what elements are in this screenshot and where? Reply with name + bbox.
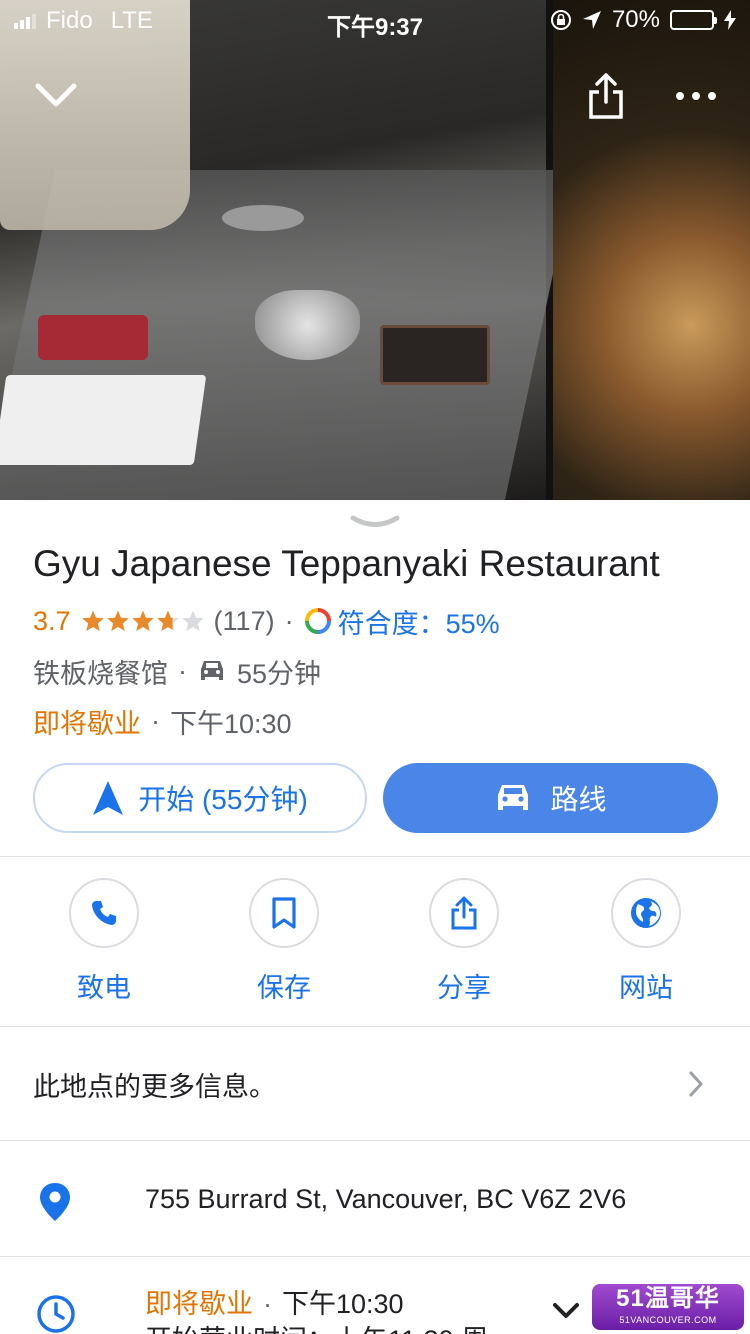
- save-button[interactable]: [249, 878, 319, 948]
- photo-gallery[interactable]: [0, 0, 750, 500]
- start-button-label: 开始 (55分钟): [138, 784, 308, 815]
- separator-dot: ·: [178, 655, 187, 686]
- photo-detail: [380, 325, 490, 385]
- review-count: (117): [213, 605, 275, 636]
- clock-icon: [37, 1295, 75, 1333]
- website-label: 网站: [619, 973, 673, 1003]
- google-match-icon: [304, 608, 331, 634]
- hours-status-line: 即将歇业 · 下午10:30: [145, 1282, 404, 1321]
- save-action[interactable]: 保存: [214, 878, 354, 1005]
- drive-time: 55分钟: [237, 658, 322, 689]
- collapse-chevron-icon[interactable]: [34, 78, 78, 112]
- star-full-icon: [131, 610, 154, 631]
- rating-row[interactable]: 3.7 (117) · 符合度：55%: [33, 604, 500, 639]
- start-navigation-button[interactable]: 开始 (55分钟): [33, 763, 367, 833]
- closing-status: 即将歇业: [33, 708, 141, 739]
- rating-value: 3.7: [33, 605, 71, 636]
- separator-dot: ·: [151, 705, 160, 736]
- website-button[interactable]: [611, 878, 681, 948]
- share-label: 分享: [437, 973, 491, 1003]
- photo-detail: [38, 315, 148, 360]
- rating-stars: [81, 609, 206, 633]
- hours-open-line: 开始营业时间：上午11:30 周一: [145, 1318, 515, 1334]
- watermark-logo: 51温哥华 51VANCOUVER.COM: [592, 1284, 744, 1330]
- more-options-icon[interactable]: [674, 84, 718, 108]
- restaurant-photo[interactable]: [0, 0, 576, 500]
- battery-percent: 70%: [611, 6, 660, 33]
- place-category: 铁板烧餐馆: [33, 658, 168, 689]
- car-icon: [201, 661, 223, 680]
- call-action[interactable]: 致电: [34, 878, 174, 1005]
- watermark-main: 51温哥华: [616, 1285, 720, 1312]
- location-arrow-icon: [582, 11, 601, 29]
- chevron-right-icon: [689, 1071, 703, 1097]
- directions-label: 路线: [550, 784, 607, 815]
- status-right: 70%: [550, 6, 736, 34]
- star-full-icon: [106, 610, 129, 631]
- hours-status: 即将歇业: [145, 1289, 253, 1319]
- separator-dot: ·: [284, 605, 294, 636]
- car-icon: [498, 785, 529, 810]
- call-label: 致电: [77, 973, 131, 1003]
- photo-detail: [0, 375, 207, 465]
- photo-detail: [255, 290, 360, 360]
- share-action[interactable]: 分享: [394, 878, 534, 1005]
- phone-icon: [92, 901, 116, 925]
- charging-icon: [724, 10, 736, 30]
- more-info-row[interactable]: 此地点的更多信息。: [0, 1028, 750, 1140]
- watermark-sub: 51VANCOUVER.COM: [619, 1315, 717, 1325]
- address-text: 755 Burrard St, Vancouver, BC V6Z 2V6: [145, 1184, 627, 1214]
- more-info-label: 此地点的更多信息。: [33, 1071, 276, 1102]
- battery-icon: [670, 10, 717, 30]
- star-full-icon: [81, 610, 104, 631]
- match-score: 符合度：55%: [337, 608, 500, 639]
- place-title: Gyu Japanese Teppanyaki Restaurant: [33, 543, 660, 584]
- directions-button[interactable]: 路线: [383, 763, 718, 833]
- separator-dot: ·: [263, 1289, 272, 1319]
- address-row[interactable]: 755 Burrard St, Vancouver, BC V6Z 2V6: [0, 1142, 750, 1256]
- globe-icon: [631, 898, 661, 928]
- divider: [0, 1026, 750, 1027]
- hours-close-time: 下午10:30: [282, 1289, 404, 1319]
- food-photo[interactable]: [553, 0, 750, 500]
- closing-time: 下午10:30: [170, 708, 292, 739]
- sheet-handle-icon[interactable]: [350, 515, 400, 531]
- orientation-lock-icon: [550, 10, 571, 30]
- navigation-arrow-icon: [93, 781, 124, 815]
- photo-detail: [222, 205, 304, 231]
- chevron-down-icon[interactable]: [552, 1302, 580, 1320]
- location-pin-icon: [40, 1183, 70, 1221]
- share-icon[interactable]: [588, 72, 624, 120]
- star-half-icon: [156, 610, 179, 631]
- divider: [0, 1140, 750, 1141]
- call-button[interactable]: [69, 878, 139, 948]
- website-action[interactable]: 网站: [576, 878, 716, 1005]
- hours-summary-row: 即将歇业 · 下午10:30: [33, 704, 292, 739]
- save-label: 保存: [257, 973, 311, 1003]
- action-bar: 致电 保存 分享 网站: [0, 878, 750, 1008]
- share-button[interactable]: [429, 878, 499, 948]
- share-icon: [451, 896, 477, 930]
- divider: [0, 1256, 750, 1257]
- status-bar: Fido LTE 下午9:37 70%: [0, 0, 750, 41]
- divider: [0, 856, 750, 857]
- bookmark-icon: [272, 897, 296, 929]
- category-row: 铁板烧餐馆 · 55分钟: [33, 654, 322, 689]
- star-empty-icon: [181, 610, 204, 631]
